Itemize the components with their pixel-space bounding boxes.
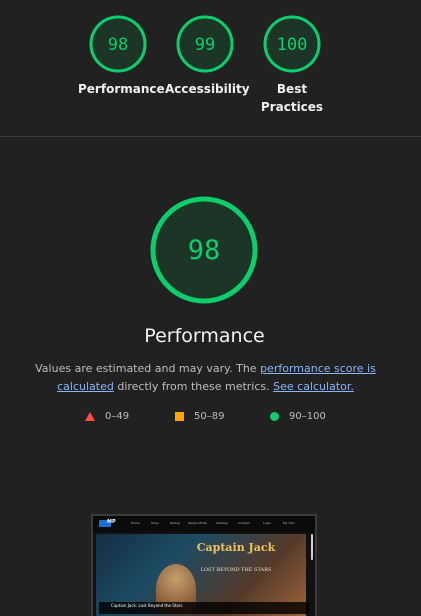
site-nav-item: Catalog <box>216 521 228 525</box>
gauge-label: Best Practices <box>252 80 332 116</box>
triangle-icon <box>85 412 95 421</box>
square-icon <box>175 412 184 421</box>
gauge-label: Performance <box>78 82 165 96</box>
gauge-accessibility[interactable]: 99 Accessibility <box>165 14 250 98</box>
gauge-score: 98 <box>108 35 128 55</box>
hero-banner: Captain Jack LOST BEYOND THE STARS Capta… <box>96 534 309 616</box>
legend-range: 90–100 <box>289 411 326 422</box>
circle-icon <box>270 412 279 421</box>
gauge-ring: 99 <box>176 15 234 73</box>
gauge-label-line: Best <box>276 82 308 96</box>
gauge-score: 100 <box>277 35 308 55</box>
legend-pass: 90–100 <box>270 411 326 422</box>
section-divider <box>0 136 421 137</box>
legend-range: 0–49 <box>105 411 130 422</box>
gauge-score: 99 <box>195 35 215 55</box>
description-text: Values are estimated and may vary. The <box>35 362 261 375</box>
hero-caption-bar: Captain Jack: Lost Beyond the Stars <box>99 602 309 614</box>
performance-gauge-large: 98 <box>146 192 262 312</box>
thumbnail-scrollbar <box>311 534 313 560</box>
site-nav-item: My Cart <box>283 521 295 525</box>
site-nav-item: Home <box>131 521 140 525</box>
site-nav-item: Rating <box>170 521 180 525</box>
gauge-performance[interactable]: 98 Performance <box>78 14 165 98</box>
site-nav-item: Contact <box>238 521 250 525</box>
see-calculator-link[interactable]: See calculator. <box>273 380 354 393</box>
site-nav-item: Login <box>263 521 272 525</box>
legend-average: 50–89 <box>175 411 224 422</box>
gauge-ring: 100 <box>263 15 321 73</box>
score-description: Values are estimated and may vary. The p… <box>18 360 393 396</box>
legend-fail: 0–49 <box>85 411 129 422</box>
gauge-score: 98 <box>188 235 221 266</box>
gauge-ring: 98 <box>89 15 147 73</box>
score-scale-legend: 0–49 50–89 90–100 <box>0 411 421 427</box>
description-text: directly from these metrics. <box>113 380 274 393</box>
legend-range: 50–89 <box>194 411 225 422</box>
gauge-label-line: Practices <box>260 100 324 114</box>
site-nav-item: People Write <box>188 521 207 525</box>
gauge-ring: 98 <box>150 196 258 304</box>
hero-title: Captain Jack <box>196 541 276 554</box>
final-screenshot-thumbnail[interactable]: MP Home Shop Rating People Write Catalog… <box>91 514 317 616</box>
gauge-label: Accessibility <box>165 82 250 96</box>
category-scores-summary: 98 Performance 99 Accessibility 100 Best… <box>0 0 421 136</box>
site-nav: MP Home Shop Rating People Write Catalog… <box>93 516 315 532</box>
gauge-best-practices[interactable]: 100 Best Practices <box>252 14 332 116</box>
site-nav-item: Shop <box>151 521 159 525</box>
hero-caption: Captain Jack: Lost Beyond the Stars <box>111 603 183 608</box>
performance-title: Performance <box>144 325 265 347</box>
hero-subtitle: LOST BEYOND THE STARS <box>200 567 272 573</box>
site-logo-text: MP <box>107 519 116 525</box>
